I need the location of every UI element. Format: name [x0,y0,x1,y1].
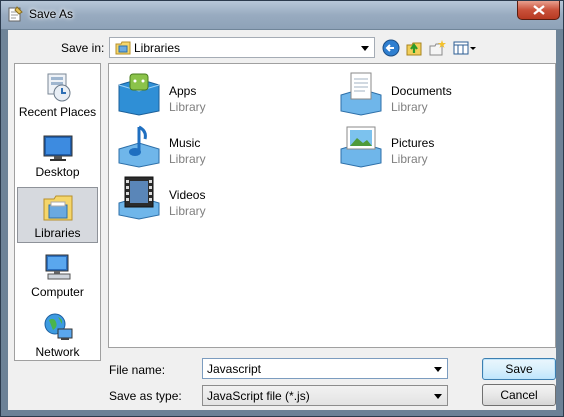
library-item-documents[interactable]: Documents Library [337,71,547,117]
library-name: Documents [391,84,452,98]
notepad-icon [8,6,23,22]
dialog-body: Save in: Libraries Recent Places Desktop… [8,30,556,410]
library-name: Videos [169,188,206,202]
save-in-label: Save in: [61,41,105,55]
library-item-videos[interactable]: Videos Library [115,175,325,221]
videos-library-icon [118,176,160,220]
library-type: Library [169,152,206,166]
desktop-icon [43,135,72,161]
library-type: Library [169,100,206,114]
chevron-down-icon[interactable] [434,367,442,372]
library-item-pictures[interactable]: Pictures Library [337,123,547,169]
views-menu-icon[interactable] [453,39,477,57]
computer-icon [45,254,70,280]
library-type: Library [169,204,206,218]
file-list[interactable]: Apps Library Documents Library Music Lib… [108,63,556,348]
recent-places-icon [47,73,70,102]
place-desktop[interactable]: Desktop [17,127,98,183]
window-title: Save As [29,7,74,21]
library-name: Pictures [391,136,435,150]
place-label: Computer [31,285,84,299]
place-label: Libraries [34,226,81,240]
library-name: Apps [169,84,197,98]
save-as-dialog: Save As Save in: Libraries Recent Places… [0,0,564,417]
library-type: Library [391,100,428,114]
network-icon [44,313,72,340]
place-label: Recent Places [18,105,97,119]
place-network[interactable]: Network [17,307,98,363]
pictures-library-icon [340,126,382,168]
library-name: Music [169,136,201,150]
save-as-type-value: JavaScript file (*.js) [207,389,310,403]
place-libraries[interactable]: Libraries [17,187,98,243]
documents-library-icon [340,72,382,116]
libraries-folder-icon [115,41,131,55]
new-folder-icon[interactable] [428,39,446,57]
title-bar[interactable]: Save As [1,1,563,29]
library-type: Library [391,152,428,166]
save-in-value: Libraries [134,41,181,55]
back-icon[interactable] [382,39,400,57]
close-icon [533,5,545,15]
place-label: Desktop [35,165,80,179]
places-bar: Recent Places Desktop Libraries Computer… [14,63,101,361]
save-button[interactable]: Save [482,358,556,380]
library-item-apps[interactable]: Apps Library [115,71,325,117]
file-name-combo[interactable] [202,358,448,379]
apps-library-icon [118,73,160,116]
place-computer[interactable]: Computer [17,247,98,303]
place-label: Network [35,345,80,359]
music-library-icon [118,125,160,168]
save-in-dropdown[interactable]: Libraries [109,37,375,58]
save-as-type-label: Save as type: [109,389,182,403]
save-as-type-dropdown[interactable]: JavaScript file (*.js) [202,385,448,406]
libraries-icon [43,195,72,221]
place-recent-places[interactable]: Recent Places [17,67,98,123]
library-item-music[interactable]: Music Library [115,123,325,169]
cancel-button[interactable]: Cancel [482,384,556,406]
close-button[interactable] [517,1,560,20]
chevron-down-icon [361,46,369,51]
file-name-label: File name: [109,363,166,377]
file-name-input[interactable] [203,359,431,378]
chevron-down-icon [434,394,442,399]
up-folder-icon[interactable] [405,39,423,57]
